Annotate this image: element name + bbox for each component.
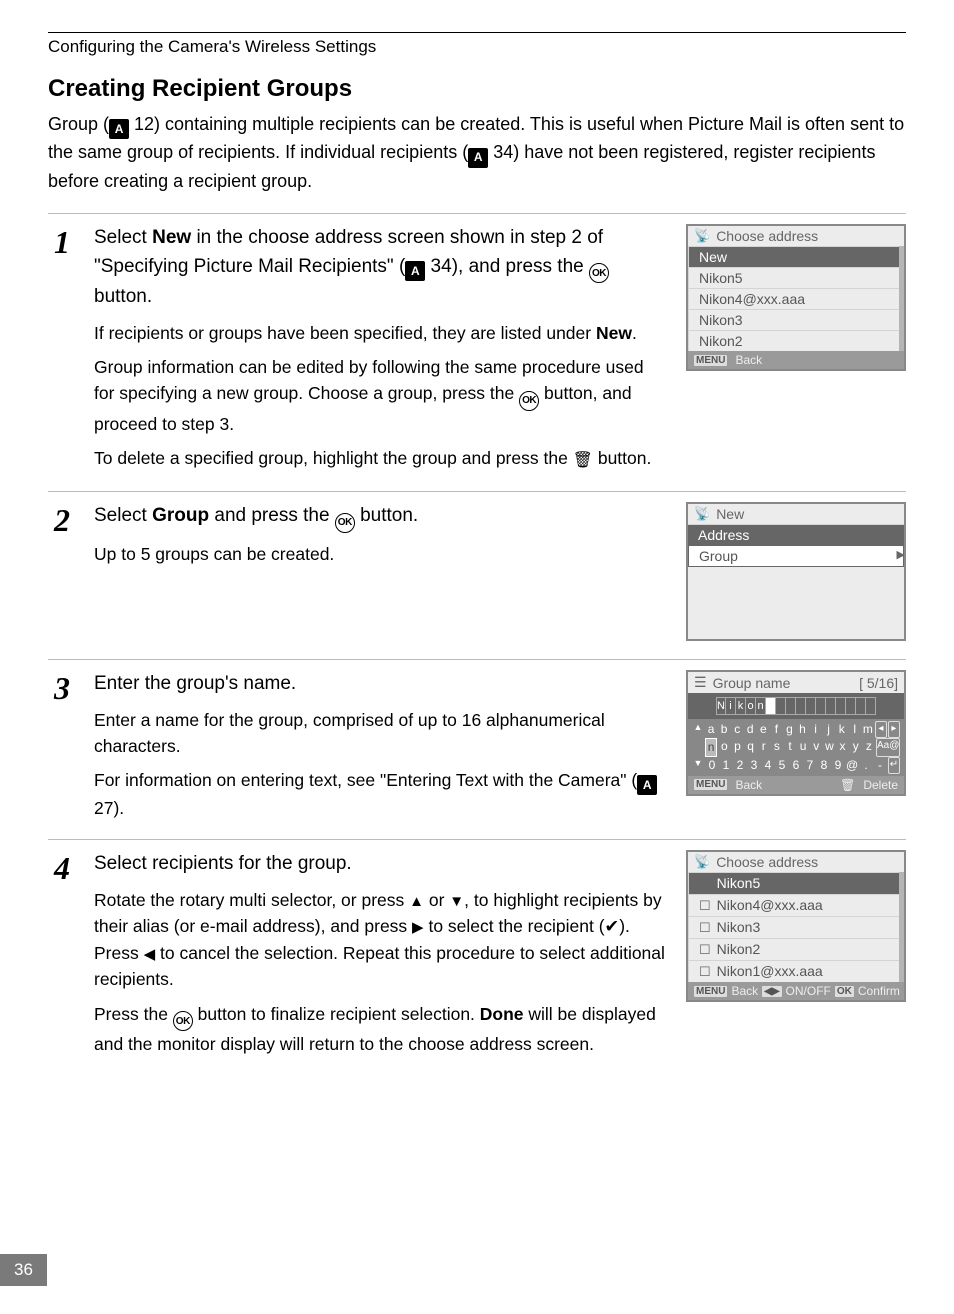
onscreen-keyboard: ▲ abcdefghijklm◂▸ nopqrstuvwxyzAa@ ▼ 012… [688, 719, 904, 775]
left-arrow-icon: ◀ [144, 946, 156, 963]
step-1: 1 Select New in the choose address scree… [48, 224, 906, 473]
ok-button-icon: OK [173, 1011, 193, 1031]
list-item: Nikon2 [689, 330, 899, 351]
ok-button-icon: OK [335, 513, 355, 533]
right-arrow-icon: ▶ [412, 919, 424, 936]
list-icon: ☰ [694, 674, 707, 691]
list-item: Nikon4@xxx.aaa [689, 894, 899, 916]
step-number: 1 [48, 226, 76, 258]
trash-icon: 🗑 [573, 452, 593, 469]
step-title: Select New in the choose address screen … [94, 224, 668, 312]
antenna-icon: 📡 [694, 854, 710, 870]
list-item: New [689, 246, 899, 267]
antenna-icon: 📡 [694, 228, 710, 244]
ok-button-icon: OK [519, 391, 539, 411]
step-number: 4 [48, 852, 76, 884]
up-arrow-icon: ▲ [409, 893, 424, 910]
step-paragraph: Up to 5 groups can be created. [94, 541, 668, 567]
step-title: Select Group and press the OK button. [94, 502, 668, 533]
list-item: Nikon1@xxx.aaa [689, 960, 899, 982]
camera-screen-group-name: ☰Group name [ 5/16] N i k o n ▲ abcdefgh… [686, 670, 906, 795]
step-paragraph: To delete a specified group, highlight t… [94, 445, 668, 473]
reference-icon: A [405, 261, 425, 281]
step-paragraph: Press the OK button to finalize recipien… [94, 1001, 668, 1058]
step-paragraph: If recipients or groups have been specif… [94, 320, 668, 346]
list-item: Nikon2 [689, 938, 899, 960]
step-paragraph: Group information can be edited by follo… [94, 354, 668, 437]
antenna-icon: 📡 [694, 506, 710, 522]
camera-screen-choose-recipients: 📡Choose address Nikon5 Nikon4@xxx.aaa Ni… [686, 850, 906, 1002]
step-3: 3 Enter the group's name. Enter a name f… [48, 670, 906, 821]
menu-tag: MENU [694, 355, 727, 366]
step-number: 2 [48, 504, 76, 536]
menu-tag: MENU [694, 986, 727, 997]
reference-icon: A [468, 148, 488, 168]
list-item: Nikon3 [689, 309, 899, 330]
step-2: 2 Select Group and press the OK button. … [48, 502, 906, 641]
step-number: 3 [48, 672, 76, 704]
check-icon: ✔ [605, 916, 620, 936]
ok-button-icon: OK [589, 263, 609, 283]
section-heading: Creating Recipient Groups [48, 75, 906, 103]
page-number: 36 [0, 1254, 47, 1286]
camera-screen-choose-address: 📡Choose address New Nikon5 Nikon4@xxx.aa… [686, 224, 906, 371]
list-item: Nikon5 [689, 872, 899, 894]
camera-screen-new: 📡New Address Group [686, 502, 906, 641]
step-paragraph: For information on entering text, see "E… [94, 767, 668, 821]
running-head: Configuring the Camera's Wireless Settin… [48, 37, 906, 57]
nav-tag: ◀▶ [762, 986, 781, 997]
down-arrow-icon: ▼ [449, 893, 464, 910]
step-paragraph: Rotate the rotary multi selector, or pre… [94, 887, 668, 993]
reference-icon: A [109, 119, 129, 139]
text-input-bar: N i k o n [688, 693, 904, 719]
step-title: Select recipients for the group. [94, 850, 668, 879]
reference-icon: A [637, 775, 657, 795]
step-paragraph: Enter a name for the group, comprised of… [94, 707, 668, 760]
list-item: Nikon5 [689, 267, 899, 288]
step-4: 4 Select recipients for the group. Rotat… [48, 850, 906, 1057]
char-counter: [ 5/16] [859, 675, 898, 691]
ok-tag: OK [835, 986, 854, 997]
list-item: Nikon4@xxx.aaa [689, 288, 899, 309]
step-title: Enter the group's name. [94, 670, 668, 699]
intro-paragraph: Group (A 12) containing multiple recipie… [48, 111, 906, 195]
list-item: Nikon3 [689, 916, 899, 938]
list-item: Address [688, 524, 904, 545]
list-item: Group [688, 545, 904, 567]
menu-tag: MENU [694, 779, 727, 790]
